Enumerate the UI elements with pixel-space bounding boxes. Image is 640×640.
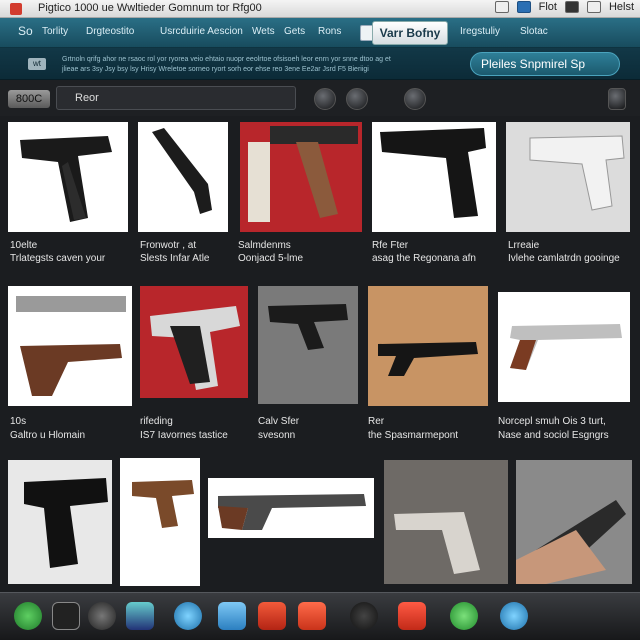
caption-title-2: Fronwotr , at (140, 240, 197, 251)
product-image-8[interactable] (258, 286, 358, 404)
caption-title-5: Lrreaie (508, 240, 540, 251)
nav-item-3[interactable]: Drgteostito (86, 26, 134, 37)
office-icon[interactable] (258, 602, 286, 630)
media-icon[interactable] (298, 602, 326, 630)
nav-item-2[interactable]: Torlity (42, 26, 68, 37)
caption-title-10: Norcepl smuh Ois 3 turt, (498, 416, 606, 427)
drop-icon[interactable] (314, 88, 336, 110)
mail-icon[interactable] (218, 602, 246, 630)
product-image-1[interactable] (8, 122, 128, 232)
caption-sub-8: svesonn (258, 430, 296, 441)
nav-item-4[interactable]: Usrcduirie Aescion (160, 26, 243, 37)
product-image-7[interactable] (140, 286, 248, 398)
key-icon[interactable] (586, 1, 601, 13)
app-icon-last[interactable] (500, 602, 528, 630)
nav-item-right-1[interactable]: Iregstuliy (460, 26, 500, 37)
scroll-up-icon[interactable] (608, 88, 626, 110)
product-image-15[interactable] (516, 460, 632, 584)
settings-icon[interactable] (450, 602, 478, 630)
product-image-14[interactable] (384, 460, 508, 584)
product-image-10[interactable] (498, 292, 630, 402)
caption-sub-5: Ivlehe camlatrdn gooinge (508, 253, 620, 264)
product-image-9[interactable] (368, 286, 488, 406)
caption-title-3: Salmdenms (238, 240, 291, 251)
browser-icon[interactable] (174, 602, 202, 630)
nav-bar: So Torlity Drgteostito Usrcduirie Aescio… (0, 18, 640, 48)
window-icon[interactable] (494, 1, 509, 13)
nav-item-home[interactable]: So (18, 24, 33, 38)
product-image-2[interactable] (138, 122, 228, 232)
close-icon[interactable] (350, 602, 378, 630)
caption-title-1: 10elte (10, 240, 38, 251)
sub-text-line-2: jlieae ars 3sy Jsy bsy lsy Hrisy Wreleto… (62, 66, 369, 73)
caption-sub-7: IS7 Iavornes tastice (140, 430, 228, 441)
chat-icon[interactable] (126, 602, 154, 630)
product-image-12[interactable] (120, 458, 200, 586)
files-icon[interactable] (398, 602, 426, 630)
search-input[interactable] (56, 86, 296, 110)
product-image-11[interactable] (8, 460, 112, 584)
globe-icon[interactable] (14, 602, 42, 630)
nav-item-right-2[interactable]: Slotac (520, 26, 548, 37)
title-bar: Pigtico 1000 ue Wwltieder Gomnum tor Rfg… (0, 0, 640, 18)
product-image-6[interactable] (8, 286, 132, 406)
product-image-13[interactable] (208, 478, 374, 538)
caption-sub-3: Oonjacd 5-lme (238, 253, 304, 264)
title-menu-flot[interactable]: Flot (539, 1, 557, 13)
caption-sub-9: the Spasmarmepont (368, 430, 459, 441)
device-icon[interactable] (564, 1, 579, 13)
caption-title-9: Rer (368, 416, 385, 427)
caption-title-8: Calv Sfer (258, 416, 300, 427)
book-icon[interactable] (52, 602, 80, 630)
sub-header: wt Grtnoln qrifg ahor ne rsaoc rol yor r… (0, 48, 640, 80)
window-title: Pigtico 1000 ue Wwltieder Gomnum tor Rfg… (38, 2, 262, 14)
profile-pill[interactable]: Pleiles Snpmirel Sp (470, 52, 620, 76)
caption-sub-6: Galtro u Hlomain (10, 430, 86, 441)
caption-sub-10: Nase and sociol Esgngrs (498, 430, 609, 441)
product-image-5[interactable] (506, 122, 630, 232)
eye-icon[interactable] (346, 88, 368, 110)
caption-sub-2: Slests Infar Atle (140, 253, 210, 264)
title-menu-help[interactable]: Helst (609, 1, 634, 13)
search-tag[interactable]: 800C (8, 90, 50, 108)
nav-item-6[interactable]: Gets (284, 26, 305, 37)
record-icon[interactable] (404, 88, 426, 110)
brand-button[interactable]: Varr Bofny (372, 21, 448, 45)
caption-sub-4: asag the Regonana afn (372, 253, 476, 264)
flag-icon[interactable] (516, 1, 531, 13)
caption-title-6: 10s (10, 416, 27, 427)
caption-title-4: Rfe Fter (372, 240, 409, 251)
caption-sub-1: Trlategsts caven your (10, 253, 106, 264)
sub-text-line-1: Grtnoln qrifg ahor ne rsaoc rol yor ryor… (62, 56, 391, 63)
app-icon (10, 3, 22, 15)
product-image-3[interactable] (240, 122, 362, 232)
nav-item-5[interactable]: Wets (252, 26, 275, 37)
product-image-4[interactable] (372, 122, 496, 232)
gear-icon[interactable] (88, 602, 116, 630)
sub-badge: wt (28, 58, 46, 70)
nav-item-7[interactable]: Rons (318, 26, 341, 37)
caption-title-7: rifeding (140, 416, 173, 427)
